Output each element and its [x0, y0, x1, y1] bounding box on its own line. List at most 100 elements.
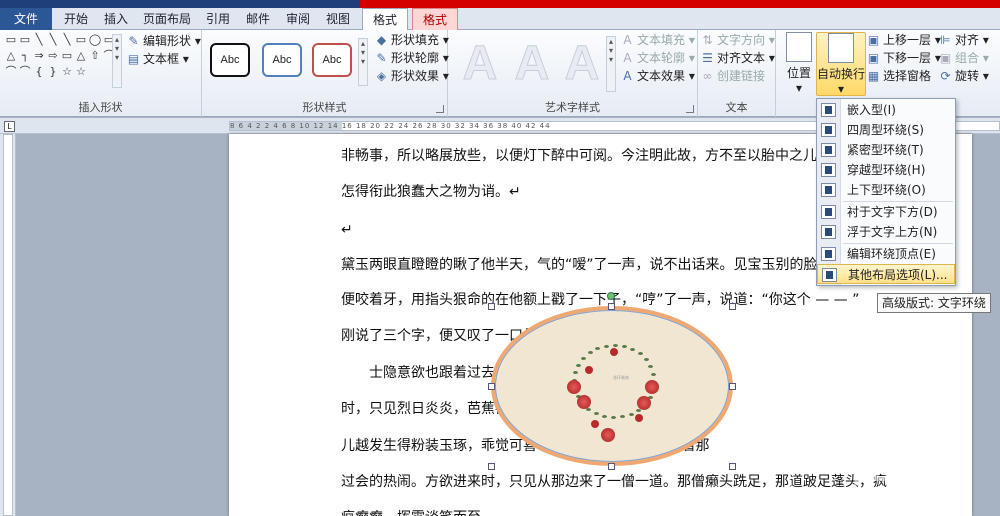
- resize-handle[interactable]: [608, 303, 615, 310]
- leaf-icon: [603, 344, 609, 348]
- align-button[interactable]: ⊫ 对齐 ▾: [938, 31, 989, 49]
- berry-icon: [610, 348, 618, 356]
- align-text-button[interactable]: ☰ 对齐文本 ▾: [700, 49, 775, 67]
- shape-styles-scroll[interactable]: ▴ ▾ ▾: [358, 38, 368, 86]
- shape-option-icon[interactable]: ☆: [60, 66, 74, 78]
- menu-item-top-bottom[interactable]: 上下型环绕(O): [817, 180, 955, 200]
- wordart-sample-2[interactable]: A: [508, 36, 556, 92]
- tab-page-layout[interactable]: 页面布局: [138, 8, 196, 30]
- bring-forward-button[interactable]: ▣ 上移一层 ▾: [866, 31, 941, 49]
- selected-picture[interactable]: 花环装饰: [488, 292, 736, 470]
- shape-option-icon[interactable]: △: [74, 50, 88, 62]
- shape-option-icon[interactable]: ⌒: [18, 66, 32, 78]
- tab-review[interactable]: 审阅: [280, 8, 316, 30]
- shape-option-icon[interactable]: ┐: [18, 50, 32, 62]
- shape-style-black[interactable]: Abc: [210, 43, 250, 77]
- resize-handle[interactable]: [608, 463, 615, 470]
- edit-shape-button[interactable]: ✎ 编辑形状 ▾: [126, 32, 200, 50]
- selection-pane-button[interactable]: ▦ 选择窗格: [866, 67, 931, 85]
- menu-item-square[interactable]: 四周型环绕(S): [817, 120, 955, 140]
- shape-style-blue[interactable]: Abc: [262, 43, 302, 77]
- shape-option-icon[interactable]: {: [32, 66, 46, 78]
- text-outline-icon: A: [623, 51, 632, 65]
- oval-picture-frame[interactable]: 花环装饰: [491, 306, 733, 466]
- shape-option-icon[interactable]: }: [46, 66, 60, 78]
- rotate-button[interactable]: ⟳ 旋转 ▾: [938, 67, 988, 85]
- shape-option-icon[interactable]: △: [4, 50, 18, 62]
- shape-fill-button[interactable]: ◆ 形状填充 ▾: [374, 31, 449, 49]
- shape-option-icon[interactable]: ╲: [32, 34, 46, 46]
- shape-option-icon[interactable]: ◯: [88, 34, 102, 46]
- shape-option-icon[interactable]: ⇒: [32, 50, 46, 62]
- menu-item-tight[interactable]: 紧密型环绕(T): [817, 140, 955, 160]
- tab-selector[interactable]: L: [4, 121, 15, 132]
- group-button[interactable]: ▣ 组合 ▾: [938, 49, 989, 67]
- shape-option-icon[interactable]: ▭: [74, 34, 88, 46]
- shape-option-icon[interactable]: ▭: [4, 34, 18, 46]
- dialog-launcher-icon[interactable]: [686, 105, 694, 113]
- tab-format-drawing[interactable]: 格式: [362, 8, 408, 31]
- shape-option-icon[interactable]: ▭: [18, 34, 32, 46]
- text-fill-button[interactable]: A 文本填充 ▾: [620, 31, 694, 49]
- wrap-square-icon: [821, 123, 836, 137]
- position-button[interactable]: 位置 ▾: [782, 32, 816, 95]
- doc-line[interactable]: 非畅事，所以略展放些，以便灯下醉中可阅。今注明此故，方不至以胎中之儿口有: [341, 146, 845, 166]
- text-outline-button[interactable]: A 文本轮廓 ▾: [620, 49, 694, 67]
- doc-line[interactable]: 怎得衔此狼蠢大之物为诮。↵: [341, 182, 521, 202]
- shape-style-red[interactable]: Abc: [312, 43, 352, 77]
- leaf-icon: [630, 347, 636, 351]
- tab-view[interactable]: 视图: [320, 8, 356, 30]
- shape-effects-button[interactable]: ◈ 形状效果 ▾: [374, 67, 449, 85]
- resize-handle[interactable]: [488, 303, 495, 310]
- menu-item-inline[interactable]: 嵌入型(I): [817, 100, 955, 120]
- tab-file[interactable]: 文件: [0, 8, 52, 30]
- resize-handle[interactable]: [729, 303, 736, 310]
- shape-option-icon[interactable]: ⇧: [88, 50, 102, 62]
- auto-wrap-button[interactable]: 自动换行 ▾: [816, 32, 866, 96]
- menu-item-edit-wrap-points[interactable]: 编辑环绕顶点(E): [817, 244, 955, 264]
- menu-item-behind-text[interactable]: 衬于文字下方(D): [817, 202, 955, 222]
- shape-option-icon[interactable]: ⇨: [46, 50, 60, 62]
- send-backward-button[interactable]: ▣ 下移一层 ▾: [866, 49, 941, 67]
- flower-wreath-image: [495, 310, 729, 462]
- leaf-icon: [612, 344, 618, 347]
- text-direction-button[interactable]: ⇅ 文字方向 ▾: [700, 31, 774, 49]
- doc-line[interactable]: ↵: [341, 220, 353, 240]
- wordart-sample-1[interactable]: A: [456, 36, 504, 92]
- resize-handle[interactable]: [488, 463, 495, 470]
- tab-home[interactable]: 开始: [58, 8, 94, 30]
- leaf-icon: [628, 412, 634, 416]
- rotate-handle[interactable]: [607, 292, 615, 300]
- shape-option-icon[interactable]: ☆: [74, 66, 88, 78]
- shape-outline-button[interactable]: ✎ 形状轮廓 ▾: [374, 49, 448, 67]
- wordart-sample-3[interactable]: A: [558, 36, 606, 92]
- shape-option-icon[interactable]: ▭: [60, 50, 74, 62]
- wordart-scroll[interactable]: ▴ ▾ ▾: [606, 36, 616, 92]
- menu-item-more-layout-options[interactable]: 其他布局选项(L)...: [817, 264, 955, 284]
- shape-option-icon[interactable]: ╲: [60, 34, 74, 46]
- vertical-ruler[interactable]: [0, 134, 16, 516]
- resize-handle[interactable]: [729, 383, 736, 390]
- doc-line[interactable]: 疯癫癫，挥霍谈笑而至。: [341, 508, 495, 516]
- wrap-inline-icon: [821, 103, 836, 117]
- shape-option-icon[interactable]: ⌒: [4, 66, 18, 78]
- tab-references[interactable]: 引用: [200, 8, 236, 30]
- doc-line[interactable]: 黛玉两眼直瞪瞪的瞅了他半天，气的“嗳”了一声，说不出话来。见宝玉别的脸上: [341, 255, 832, 275]
- text-effects-button[interactable]: A 文本效果 ▾: [620, 67, 694, 85]
- tab-insert[interactable]: 插入: [98, 8, 134, 30]
- leaf-icon: [593, 412, 599, 416]
- shape-option-icon[interactable]: ╲: [46, 34, 60, 46]
- menu-item-through[interactable]: 穿越型环绕(H): [817, 160, 955, 180]
- create-link-button[interactable]: ∞ 创建链接: [700, 67, 766, 85]
- shapes-gallery-scroll[interactable]: ▴ ▾ ▾: [112, 34, 122, 88]
- dialog-launcher-icon[interactable]: [436, 105, 444, 113]
- bring-forward-icon: ▣: [867, 33, 880, 47]
- resize-handle[interactable]: [488, 383, 495, 390]
- text-box-button[interactable]: ▤ 文本框 ▾: [126, 50, 189, 68]
- menu-item-in-front-of-text[interactable]: 浮于文字上方(N): [817, 222, 955, 242]
- rose-icon: [645, 380, 659, 394]
- shapes-gallery[interactable]: ▭ ▭ ╲ ╲ ╲ ▭ ◯ ▭ △ ┐ ⇒ ⇨ ▭ △ ⇧ ⌒ ⌒ ⌒{} ☆ ☆: [4, 34, 115, 90]
- tab-format-picture[interactable]: 格式: [412, 8, 458, 30]
- resize-handle[interactable]: [729, 463, 736, 470]
- tab-mailings[interactable]: 邮件: [240, 8, 276, 30]
